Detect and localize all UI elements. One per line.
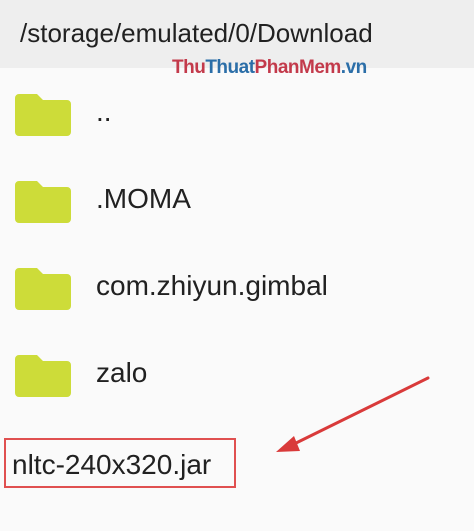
file-row-jar[interactable]: nltc-240x320.jar bbox=[4, 438, 236, 488]
folder-name: com.zhiyun.gimbal bbox=[96, 270, 328, 301]
folder-name: .. bbox=[96, 96, 112, 127]
folder-row-zhiyun[interactable]: com.zhiyun.gimbal bbox=[0, 244, 474, 330]
folder-icon bbox=[15, 181, 71, 223]
folder-name: .MOMA bbox=[96, 183, 191, 214]
folder-name: zalo bbox=[96, 357, 148, 388]
folder-icon bbox=[15, 268, 71, 310]
folder-row-moma[interactable]: .MOMA bbox=[0, 157, 474, 243]
folder-icon bbox=[15, 355, 71, 397]
folder-list: .. .MOMA com.zhiyun.gimbal zalo bbox=[0, 0, 474, 431]
folder-icon bbox=[15, 94, 71, 136]
file-name: nltc-240x320.jar bbox=[12, 449, 212, 480]
folder-row-zalo[interactable]: zalo bbox=[0, 331, 474, 417]
folder-row-parent[interactable]: .. bbox=[0, 70, 474, 156]
